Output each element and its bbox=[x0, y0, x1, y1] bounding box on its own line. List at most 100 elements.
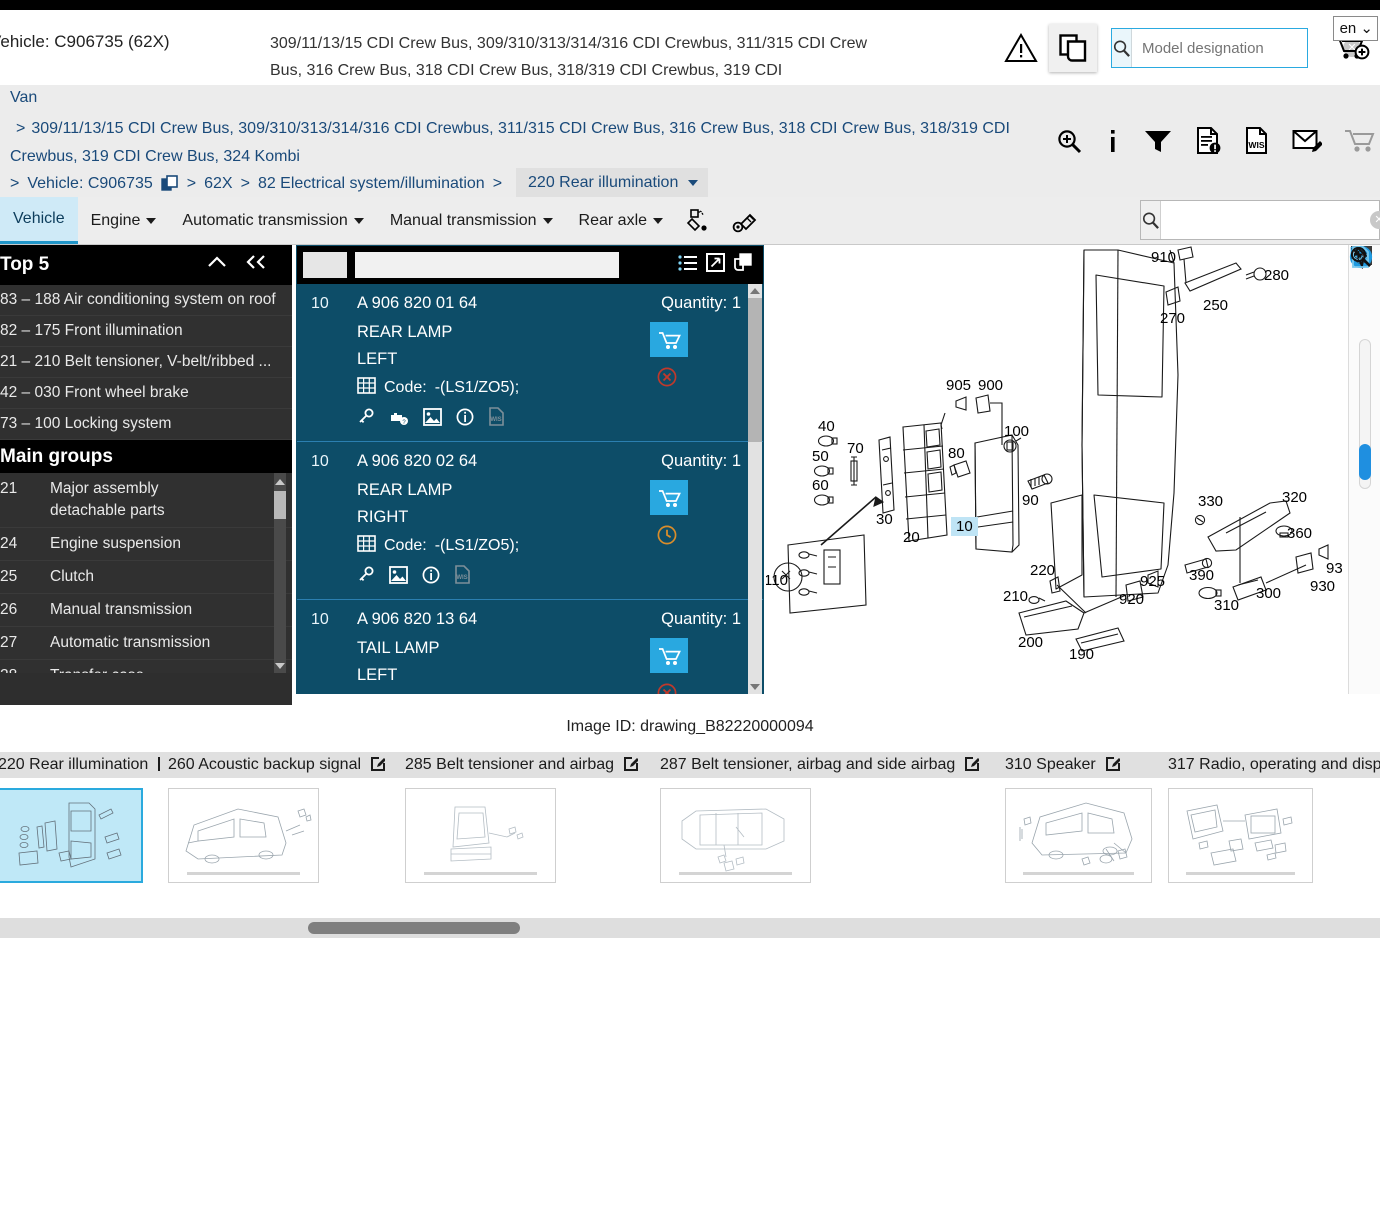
main-group-item-21[interactable]: 21 Major assembly detachable parts bbox=[0, 473, 292, 528]
edit-icon[interactable] bbox=[1104, 755, 1121, 776]
tab-manual-transmission[interactable]: Manual transmission bbox=[377, 197, 566, 244]
breadcrumb-active-dropdown[interactable]: 220 Rear illumination bbox=[516, 168, 709, 199]
main-groups-scroll-thumb[interactable] bbox=[274, 491, 286, 519]
work-area: Top 5 83 – 188 Air conditioning system o… bbox=[0, 245, 1380, 710]
image-icon[interactable] bbox=[423, 407, 442, 431]
duplicate-window-icon[interactable] bbox=[161, 174, 179, 193]
callout-10-selected[interactable]: 10 bbox=[951, 517, 978, 536]
catalog-search-input[interactable] bbox=[1161, 202, 1370, 238]
filter-icon[interactable] bbox=[1143, 128, 1173, 160]
breadcrumb-model[interactable]: 62X bbox=[204, 175, 232, 193]
top5-item-4[interactable]: 73 – 100 Locking system bbox=[0, 409, 292, 440]
parts-filter-prefix[interactable] bbox=[303, 252, 347, 278]
part-list-item[interactable]: 10 A 906 820 01 64 REAR LAMP LEFT Code: … bbox=[297, 284, 763, 442]
thumbnail-287-belt-tensioner-airbag-side-airbag[interactable]: 287 Belt tensioner, airbag and side airb… bbox=[652, 752, 997, 883]
breadcrumb-group[interactable]: 82 Electrical system/illumination bbox=[258, 175, 485, 193]
clear-icon[interactable]: ✕ bbox=[1370, 211, 1380, 229]
diagram-viewer[interactable]: 910 280 250 270 905 900 100 40 70 50 80 … bbox=[766, 245, 1380, 694]
top5-item-3[interactable]: 42 – 030 Front wheel brake bbox=[0, 378, 292, 409]
add-part-to-cart-button[interactable] bbox=[650, 638, 688, 673]
info-circle-icon[interactable] bbox=[456, 408, 474, 431]
thumbnail-260-acoustic-backup-signal[interactable]: 260 Acoustic backup signal bbox=[160, 752, 397, 883]
cart-icon[interactable] bbox=[1344, 128, 1376, 159]
model-designation-input[interactable] bbox=[1132, 30, 1343, 66]
thumbnail-image[interactable] bbox=[1005, 788, 1152, 883]
header-icon-group: ✕ bbox=[999, 18, 1374, 78]
parts-list-scroll-thumb[interactable] bbox=[748, 298, 762, 442]
catalog-search-box[interactable]: ✕ bbox=[1140, 200, 1380, 240]
thumbnail-image[interactable] bbox=[0, 788, 143, 883]
scroll-down-icon[interactable] bbox=[749, 680, 761, 694]
parts-filter-input[interactable] bbox=[355, 252, 619, 278]
part-list-item[interactable]: 10 A 906 820 13 64 TAIL LAMP LEFT Quanti… bbox=[297, 600, 763, 694]
thumbnail-image[interactable] bbox=[1168, 788, 1313, 883]
mail-edit-icon[interactable] bbox=[1292, 128, 1323, 159]
top5-item-1[interactable]: 82 – 175 Front illumination bbox=[0, 316, 292, 347]
tab-rear-axle[interactable]: Rear axle bbox=[566, 197, 676, 244]
add-part-to-cart-button[interactable] bbox=[650, 480, 688, 515]
wis-document-icon[interactable]: WIS bbox=[1244, 127, 1270, 160]
paint-code-icon[interactable] bbox=[676, 197, 722, 244]
breadcrumb-separator: > bbox=[16, 120, 26, 137]
copy-documents-icon[interactable] bbox=[1049, 24, 1097, 72]
table-grid-icon[interactable] bbox=[357, 377, 376, 399]
key-icon[interactable] bbox=[357, 566, 375, 589]
main-group-item-27[interactable]: 27 Automatic transmission bbox=[0, 627, 292, 660]
model-designation-search[interactable]: ✕ bbox=[1111, 28, 1361, 68]
part-list-item[interactable]: 10 A 906 820 02 64 REAR LAMP RIGHT Code:… bbox=[297, 442, 763, 600]
tab-vehicle[interactable]: Vehicle bbox=[0, 197, 78, 244]
edit-icon[interactable] bbox=[963, 755, 981, 776]
thumbnail-317-radio-operating-display-unit[interactable]: 317 Radio, operating and display unit bbox=[1160, 752, 1380, 883]
tab-engine[interactable]: Engine bbox=[78, 197, 170, 244]
breadcrumb-root[interactable]: Van bbox=[10, 89, 37, 107]
edit-icon[interactable] bbox=[622, 755, 640, 776]
main-group-item-28[interactable]: 28 Transfer case bbox=[0, 660, 292, 673]
breadcrumb-vehicle[interactable]: Vehicle: C906735 bbox=[27, 175, 152, 193]
collapse-left-icon[interactable] bbox=[244, 254, 268, 276]
edit-icon[interactable] bbox=[369, 755, 387, 776]
duplicate-window-icon[interactable] bbox=[733, 253, 753, 277]
document-alert-icon[interactable] bbox=[1195, 127, 1222, 160]
engine-question-icon[interactable]: ? bbox=[389, 408, 409, 431]
svg-text:WIS: WIS bbox=[490, 417, 501, 423]
thumbnail-strip-scroll-thumb[interactable] bbox=[308, 922, 520, 934]
thumbnail-strip-scrollbar[interactable] bbox=[0, 918, 1380, 938]
zoom-in-icon[interactable] bbox=[1056, 128, 1083, 160]
top5-item-2[interactable]: 21 – 210 Belt tensioner, V-belt/ribbed .… bbox=[0, 347, 292, 378]
chevron-up-icon[interactable] bbox=[206, 254, 228, 276]
wis-icon[interactable]: WIS bbox=[454, 565, 471, 589]
expand-icon[interactable] bbox=[706, 253, 725, 277]
language-selector[interactable]: en ⌄ bbox=[1332, 16, 1378, 41]
scroll-down-icon[interactable] bbox=[274, 659, 286, 671]
key-icon[interactable] bbox=[357, 408, 375, 431]
thumbnail-image[interactable] bbox=[168, 788, 319, 883]
vin-tag-icon[interactable] bbox=[722, 197, 768, 244]
thumbnail-310-speaker[interactable]: 310 Speaker bbox=[997, 752, 1160, 883]
scroll-up-icon[interactable] bbox=[749, 284, 761, 298]
warning-triangle-icon[interactable] bbox=[999, 26, 1043, 70]
info-circle-icon[interactable] bbox=[422, 566, 440, 589]
table-grid-icon[interactable] bbox=[357, 535, 376, 557]
info-icon[interactable] bbox=[1105, 128, 1121, 160]
wis-icon[interactable]: WIS bbox=[488, 407, 505, 431]
zoom-slider[interactable] bbox=[1358, 339, 1371, 489]
breadcrumb-models[interactable]: >309/11/13/15 CDI Crew Bus, 309/310/313/… bbox=[10, 115, 1020, 171]
thumbnail-285-belt-tensioner-and-airbag[interactable]: 285 Belt tensioner and airbag bbox=[397, 752, 652, 883]
top5-item-0[interactable]: 83 – 188 Air conditioning system on roof bbox=[0, 285, 292, 316]
main-group-item-26[interactable]: 26 Manual transmission bbox=[0, 594, 292, 627]
main-group-label: Engine suspension bbox=[50, 535, 181, 552]
list-view-icon[interactable] bbox=[678, 254, 698, 277]
main-group-item-24[interactable]: 24 Engine suspension bbox=[0, 528, 292, 561]
tab-automatic-transmission[interactable]: Automatic transmission bbox=[169, 197, 376, 244]
add-part-to-cart-button[interactable] bbox=[650, 322, 688, 357]
breadcrumb-separator: > bbox=[186, 174, 197, 192]
main-group-item-25[interactable]: 25 Clutch bbox=[0, 561, 292, 594]
quantity-label: Quantity: bbox=[661, 294, 728, 312]
scroll-up-icon[interactable] bbox=[274, 475, 286, 487]
thumbnail-image[interactable] bbox=[660, 788, 811, 883]
zoom-slider-knob[interactable] bbox=[1358, 444, 1371, 480]
thumbnail-220-rear-illumination[interactable]: 220 Rear illumination bbox=[0, 752, 174, 883]
parts-list-body[interactable]: 10 A 906 820 01 64 REAR LAMP LEFT Code: … bbox=[297, 284, 763, 694]
thumbnail-image[interactable] bbox=[405, 788, 556, 883]
image-icon[interactable] bbox=[389, 565, 408, 589]
